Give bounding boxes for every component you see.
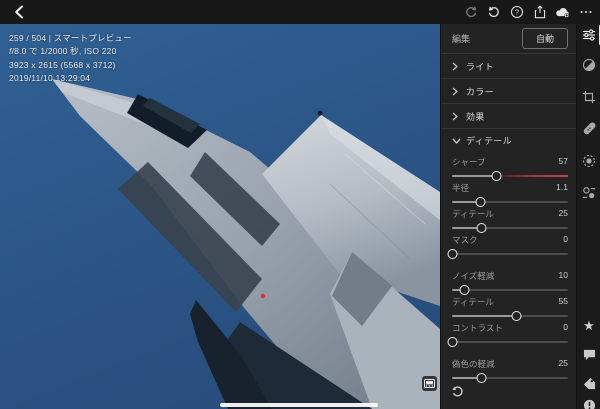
slider-nr-detail: ディテール 55 <box>452 294 568 321</box>
lightroom-edit-screen: ? 259 / 504 | スマートプレビュー f/8.0 で 1/2000 秒… <box>0 0 600 409</box>
slider-sharpen: シャープ 57 <box>452 154 568 181</box>
reset-icon <box>452 386 463 397</box>
top-bar: ? <box>0 0 600 24</box>
nr-contrast-slider[interactable] <box>447 336 568 348</box>
filmstrip-toggle-button[interactable] <box>422 376 437 391</box>
tone-curve-icon[interactable] <box>577 54 600 76</box>
photo-index-line: 259 / 504 | スマートプレビュー <box>9 33 132 43</box>
slider-thumb[interactable] <box>476 373 487 383</box>
chevron-right-icon <box>452 111 466 121</box>
star-rating-icon[interactable]: ★ <box>577 314 600 336</box>
edit-panel-header: 編集 自動 <box>441 24 576 54</box>
presets-icon[interactable] <box>577 182 600 204</box>
reset-button[interactable] <box>451 384 467 400</box>
exposure-line: f/8.0 で 1/2000 秒, ISO 220 <box>9 46 117 57</box>
slider-masking: マスク 0 <box>447 232 568 260</box>
masking-slider[interactable] <box>447 248 568 260</box>
section-color[interactable]: カラー <box>441 79 576 104</box>
chevron-right-icon <box>452 86 466 96</box>
auto-button[interactable]: 自動 <box>521 28 568 49</box>
healing-brush-icon[interactable] <box>577 118 600 140</box>
detail-sliders: シャープ 57 半径 1.1 ディテール 25 マスク 0 ノイズ軽減 10 ディテール 5… <box>441 152 576 384</box>
share-icon[interactable] <box>532 5 547 20</box>
redo-icon[interactable] <box>463 5 478 20</box>
section-effects[interactable]: 効果 <box>441 104 576 129</box>
masking-icon[interactable] <box>577 150 600 172</box>
filmstrip-icon <box>424 379 435 388</box>
slider-color-nr: 偽色の軽減 25 <box>452 356 568 384</box>
slider-detail: ディテール 25 <box>452 206 568 233</box>
slider-thumb[interactable] <box>447 249 458 259</box>
slider-radius: 半径 1.1 <box>452 180 568 207</box>
edit-panel: 編集 自動 ライト カラー 効果 ディテール シャープ 57 半径 1.1 ディ… <box>440 24 576 409</box>
undo-icon[interactable] <box>486 5 501 20</box>
comment-icon[interactable] <box>577 344 600 366</box>
tool-rail: ★ <box>576 24 600 409</box>
top-bar-actions: ? <box>463 5 600 20</box>
back-button[interactable] <box>0 0 38 24</box>
cloud-sync-icon[interactable] <box>555 5 570 20</box>
home-indicator[interactable] <box>220 403 378 407</box>
section-light[interactable]: ライト <box>441 54 576 79</box>
edit-sliders-icon[interactable] <box>577 24 600 46</box>
back-chevron-icon <box>15 5 23 19</box>
help-icon[interactable]: ? <box>509 5 524 20</box>
photo-metadata-overlay: 259 / 504 | スマートプレビュー f/8.0 で 1/2000 秒, … <box>9 32 132 86</box>
info-icon[interactable] <box>577 394 600 409</box>
dimensions-line: 3923 x 2615 (5568 x 3712) <box>9 59 116 70</box>
color-nr-slider[interactable] <box>452 372 568 384</box>
chevron-down-icon <box>452 138 466 144</box>
svg-text:?: ? <box>514 8 518 17</box>
photo-canvas[interactable]: 259 / 504 | スマートプレビュー f/8.0 で 1/2000 秒, … <box>0 24 440 409</box>
datetime-line: 2019/11/10 13:29:04 <box>9 73 91 84</box>
section-detail[interactable]: ディテール <box>441 129 576 152</box>
panel-title: 編集 <box>452 34 471 44</box>
crop-icon[interactable] <box>577 86 600 108</box>
slider-nr-contrast: コントラスト 0 <box>447 320 568 348</box>
more-icon[interactable] <box>578 5 593 20</box>
slider-noise-reduction: ノイズ軽減 10 <box>452 268 568 295</box>
chevron-right-icon <box>452 61 466 71</box>
keyword-tag-icon[interactable] <box>577 372 600 394</box>
slider-thumb[interactable] <box>447 337 458 347</box>
